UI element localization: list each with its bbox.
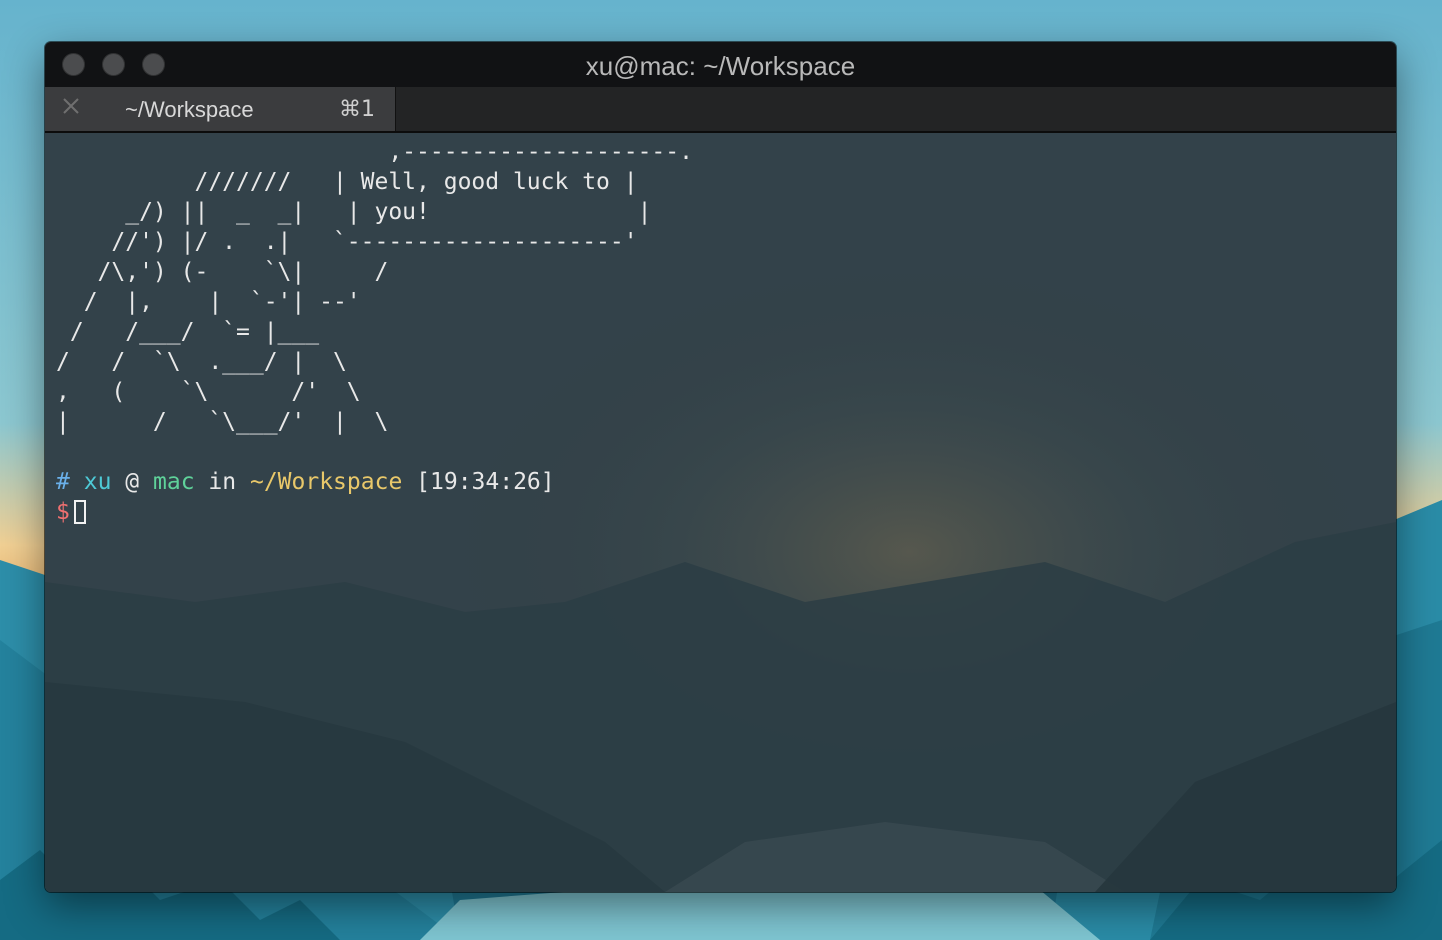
prompt-path: ~/Workspace: [249, 469, 403, 495]
terminal-output[interactable]: ,--------------------. /////// | Well, g…: [45, 133, 1396, 892]
prompt-time: [19:34:26]: [416, 469, 555, 495]
prompt-host: mac: [153, 469, 195, 495]
cowsay-ascii-art: ,--------------------. /////// | Well, g…: [56, 139, 693, 435]
prompt-hash: #: [56, 469, 70, 495]
tab-title: ~/Workspace: [125, 97, 254, 122]
prompt-info-line: # xu @ mac in ~/Workspace [19:34:26]: [56, 467, 555, 497]
prompt-at: @: [125, 469, 140, 495]
text-cursor[interactable]: [73, 500, 86, 524]
window-title: xu@mac: ~/Workspace: [585, 51, 856, 81]
tab-workspace[interactable]: ~/Workspace ⌘1: [45, 87, 396, 131]
close-tab-icon[interactable]: [60, 95, 82, 117]
title-bar[interactable]: xu@mac: ~/Workspace: [45, 42, 1396, 88]
terminal-window: xu@mac: ~/Workspace ~/Workspace ⌘1 ,----…: [45, 42, 1396, 892]
tab-bar: ~/Workspace ⌘1: [45, 87, 1396, 133]
prompt-dollar: $: [56, 499, 70, 525]
prompt-user: xu: [83, 469, 112, 495]
command-input-line[interactable]: $: [56, 497, 86, 527]
prompt-in: in: [208, 469, 237, 495]
tab-shortcut: ⌘1: [339, 97, 375, 122]
